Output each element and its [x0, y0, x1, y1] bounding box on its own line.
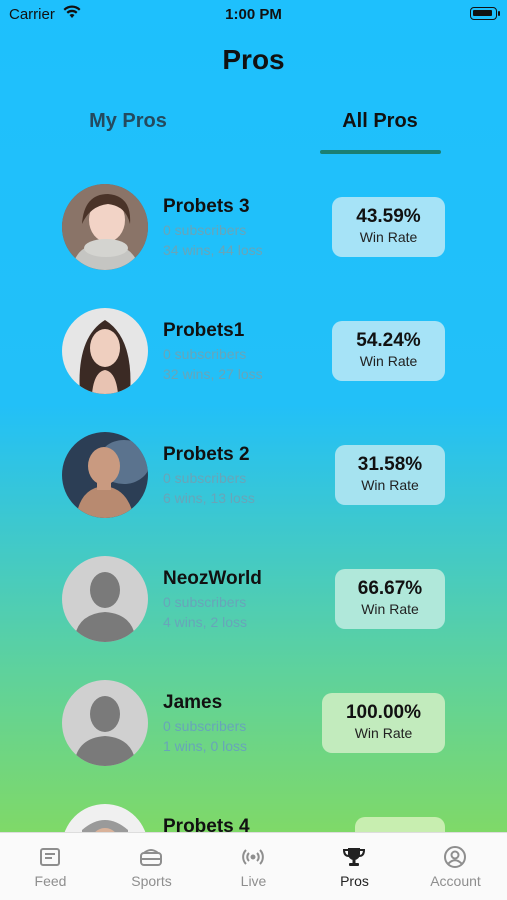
pro-row[interactable]: James 0 subscribers 1 wins, 0 loss 100.0… — [0, 672, 507, 772]
pro-record: 1 wins, 0 loss — [163, 738, 248, 754]
pro-row[interactable]: Probets1 0 subscribers 32 wins, 27 loss … — [0, 300, 507, 400]
page-title: Pros — [222, 44, 285, 75]
nav-account-label: Account — [430, 873, 481, 889]
pro-avatar — [62, 184, 148, 270]
win-rate-label: Win Rate — [361, 601, 419, 617]
tab-my-pros[interactable]: My Pros — [48, 110, 208, 133]
pro-name: Probets 2 — [163, 444, 250, 465]
pro-subscribers: 0 subscribers — [163, 470, 247, 486]
win-rate-value: 31.58% — [357, 454, 423, 475]
win-rate-badge: 31.58% Win Rate — [335, 445, 445, 505]
pro-subscribers: 0 subscribers — [163, 222, 247, 238]
win-rate-label: Win Rate — [361, 477, 419, 493]
bottom-tab-bar: Feed Sports Live Pros Account — [0, 832, 507, 900]
nav-sports-label: Sports — [131, 873, 172, 889]
win-rate-value: 100.00% — [345, 702, 421, 723]
pro-record: 34 wins, 44 loss — [163, 242, 263, 258]
nav-pros-label: Pros — [340, 873, 369, 889]
tab-all-pros[interactable]: All Pros — [300, 110, 460, 133]
pro-name: James — [163, 692, 223, 713]
trophy-icon — [342, 848, 366, 866]
win-rate-label: Win Rate — [354, 725, 413, 741]
feed-icon — [40, 848, 60, 866]
pro-subscribers: 0 subscribers — [163, 594, 247, 610]
pro-row[interactable]: NeozWorld 0 subscribers 4 wins, 2 loss 6… — [0, 548, 507, 648]
pro-name: Probets 3 — [163, 196, 250, 217]
pro-row[interactable]: Probets 3 0 subscribers 34 wins, 44 loss… — [0, 176, 507, 276]
pro-record: 32 wins, 27 loss — [163, 366, 263, 382]
sports-icon — [140, 849, 162, 866]
live-icon — [242, 849, 264, 865]
pro-subscribers: 0 subscribers — [163, 346, 247, 362]
win-rate-value: 43.59% — [356, 206, 421, 227]
win-rate-badge: 43.59% Win Rate — [332, 197, 445, 257]
nav-pros[interactable]: Pros — [304, 833, 405, 900]
nav-sports[interactable]: Sports — [101, 833, 202, 900]
pros-tabs: My Pros All Pros — [0, 108, 507, 158]
active-tab-indicator — [320, 150, 441, 154]
win-rate-label: Win Rate — [359, 353, 418, 369]
account-icon — [444, 846, 466, 868]
win-rate-badge: 66.67% Win Rate — [335, 569, 445, 629]
win-rate-badge: 100.00% Win Rate — [322, 693, 445, 753]
win-rate-badge: 54.24% Win Rate — [332, 321, 445, 381]
default-avatar-icon — [62, 556, 148, 642]
nav-live-label: Live — [240, 873, 267, 889]
pro-row[interactable]: Probets 2 0 subscribers 6 wins, 13 loss … — [0, 424, 507, 524]
default-avatar-icon — [62, 680, 148, 766]
pro-avatar — [62, 308, 148, 394]
pro-name: Probets1 — [163, 320, 245, 341]
nav-account[interactable]: Account — [405, 833, 506, 900]
status-time: 1:00 PM — [225, 6, 282, 23]
pro-record: 6 wins, 13 loss — [163, 490, 255, 506]
win-rate-value: 54.24% — [356, 330, 421, 351]
win-rate-label: Win Rate — [359, 229, 418, 245]
pro-avatar — [62, 432, 148, 518]
nav-live[interactable]: Live — [203, 833, 304, 900]
battery-icon — [470, 7, 500, 20]
nav-feed-label: Feed — [34, 873, 67, 889]
win-rate-value: 66.67% — [357, 578, 423, 599]
pro-name: NeozWorld — [163, 568, 262, 589]
status-bar: Carrier 1:00 PM — [0, 0, 507, 30]
pro-subscribers: 0 subscribers — [163, 718, 247, 734]
nav-feed[interactable]: Feed — [0, 833, 101, 900]
pro-record: 4 wins, 2 loss — [163, 614, 248, 630]
